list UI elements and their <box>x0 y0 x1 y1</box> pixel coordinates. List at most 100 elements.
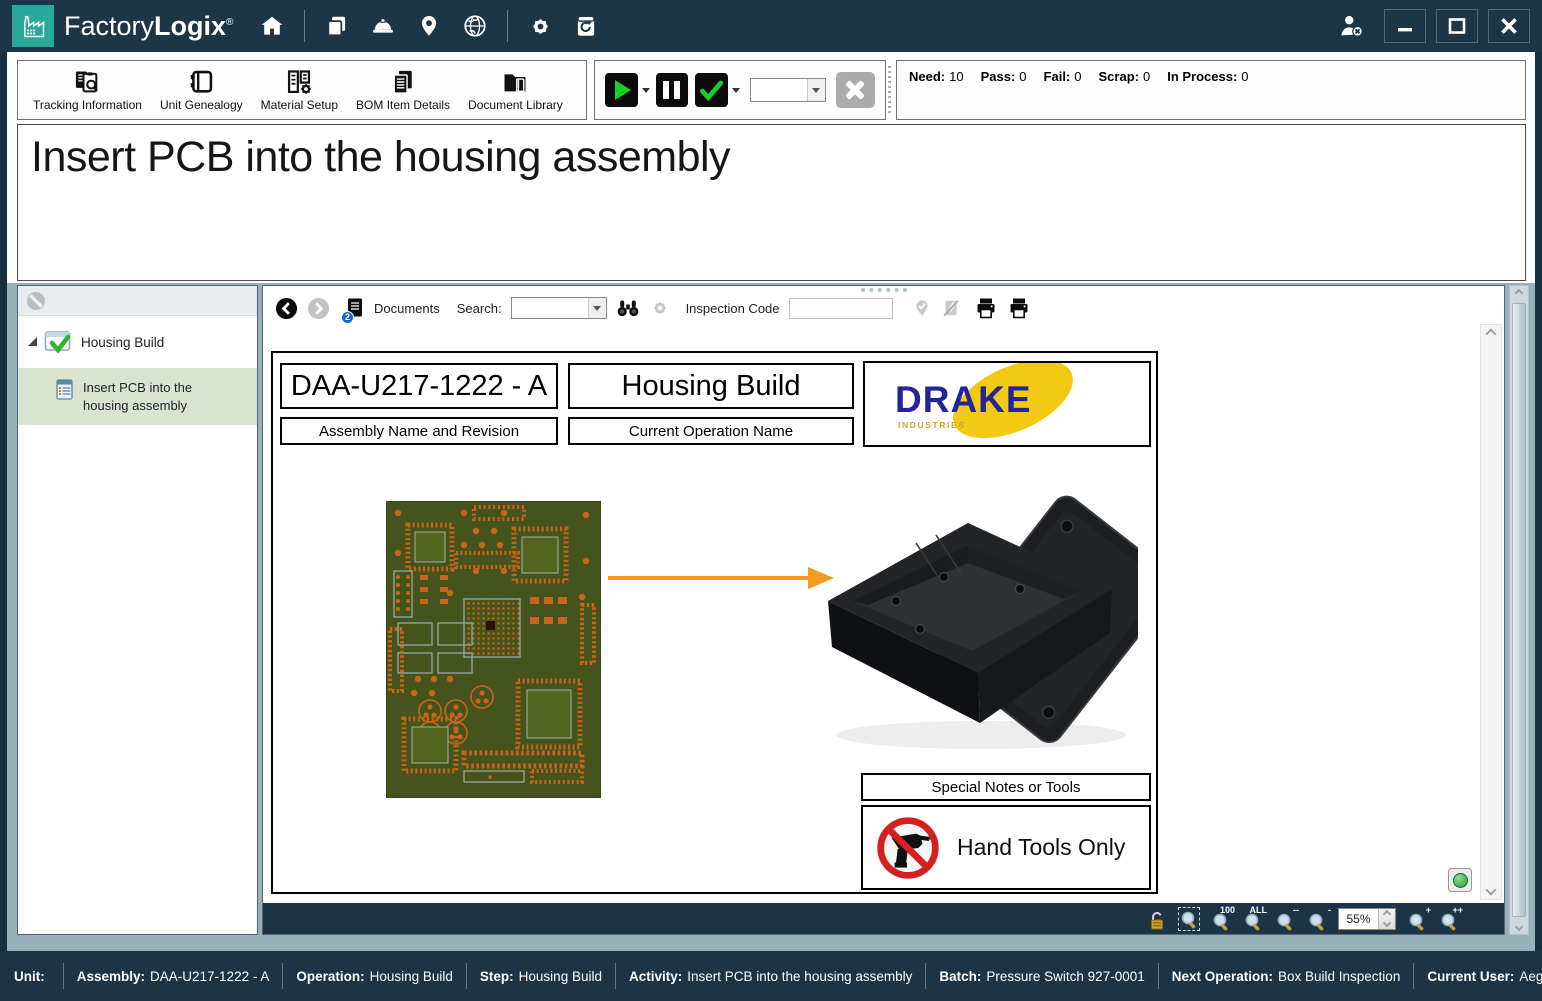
sidebar-header <box>18 286 257 316</box>
window-border-right <box>1535 52 1542 951</box>
print-icon[interactable] <box>974 297 998 319</box>
close-icon[interactable] <box>1488 9 1530 43</box>
pause-button[interactable] <box>656 73 689 107</box>
documents-button[interactable]: 2 <box>345 297 365 320</box>
toolbar-button-label: Tracking Information <box>33 98 142 112</box>
scroll-up-icon[interactable] <box>1515 289 1523 297</box>
cancel-button[interactable] <box>836 72 875 108</box>
assembly-name-box: DAA-U217-1222 - A <box>280 363 558 409</box>
search-combo[interactable] <box>511 297 607 319</box>
zoom-100-button[interactable]: 100 <box>1210 907 1232 931</box>
unit-genealogy-button[interactable]: Unit Genealogy <box>151 62 252 118</box>
sidebar-item-label: Housing Build <box>81 335 164 350</box>
home-icon[interactable] <box>249 4 295 48</box>
unlock-icon[interactable] <box>1146 907 1168 931</box>
unit-genealogy-icon <box>187 68 215 96</box>
status-operation: Operation:Housing Build <box>296 969 453 984</box>
scroll-down-icon[interactable] <box>1515 923 1523 931</box>
activity-title-panel: Insert PCB into the housing assembly <box>17 124 1526 281</box>
settings-gear-icon[interactable] <box>517 4 563 48</box>
status-ready-button[interactable] <box>1448 868 1472 892</box>
status-ready-icon <box>1453 873 1468 888</box>
document-scrollbar[interactable] <box>1480 324 1502 900</box>
scroll-down-icon[interactable] <box>1485 884 1496 895</box>
panel-scrollbar[interactable] <box>1509 285 1529 935</box>
scroll-up-icon[interactable] <box>1485 328 1496 339</box>
material-setup-icon <box>285 68 313 96</box>
hardhat-icon[interactable] <box>360 4 406 48</box>
housing-image <box>816 483 1138 761</box>
check-icon <box>698 77 724 103</box>
copy-pages-icon[interactable] <box>314 4 360 48</box>
bom-item-details-button[interactable]: BOM Item Details <box>347 62 459 118</box>
unit-select-combo[interactable] <box>750 78 826 102</box>
viewer-toolbar: 2 Documents Search: Inspection Code <box>263 293 1476 323</box>
forward-button[interactable] <box>307 297 330 320</box>
tracking-information-icon <box>73 68 101 96</box>
special-notes-body: Hand Tools Only <box>861 805 1151 890</box>
factory-logo-icon <box>12 5 54 47</box>
zoom-in-button[interactable]: + <box>1406 907 1428 931</box>
start-options-caret[interactable] <box>642 88 650 93</box>
scrollbar-thumb[interactable] <box>1512 303 1526 917</box>
sidebar-item-housing-build[interactable]: Housing Build <box>18 316 257 368</box>
status-current-user: Current User:AegisAdmin <box>1427 969 1542 984</box>
toolbar-actions-group <box>594 60 886 120</box>
tree-expander-icon[interactable] <box>28 337 37 346</box>
back-button[interactable] <box>275 297 298 320</box>
zoom-fit-all-button[interactable]: ALL <box>1242 907 1264 931</box>
sidebar-item-label: Insert PCB into the housing assembly <box>83 379 239 414</box>
toolbar-button-label: Material Setup <box>261 98 338 112</box>
activity-title: Insert PCB into the housing assembly <box>31 133 1512 182</box>
process-tree-sidebar: Housing Build Insert PCB into the housin… <box>17 285 258 935</box>
drake-logo-subtext: INDUSTRIES <box>898 420 965 430</box>
drake-logo-text: DRAKE <box>895 379 1032 421</box>
complete-button[interactable] <box>695 73 728 107</box>
operation-caption-box: Current Operation Name <box>568 417 854 445</box>
document-canvas[interactable]: DAA-U217-1222 - A Assembly Name and Revi… <box>263 324 1478 902</box>
search-label: Search: <box>457 301 502 316</box>
documents-count-badge: 2 <box>341 311 354 324</box>
zoom-select-tool[interactable] <box>1178 907 1200 931</box>
history-box-icon[interactable] <box>563 4 609 48</box>
complete-options-caret[interactable] <box>732 88 740 93</box>
operation-name-box: Housing Build <box>568 363 854 409</box>
viewer-zoombar: 100 ALL -- - 55% + <box>263 903 1504 934</box>
status-batch: Batch:Pressure Switch 927-0001 <box>939 969 1144 984</box>
arrow-icon <box>608 558 836 598</box>
operation-icon <box>44 329 74 355</box>
special-notes-text: Hand Tools Only <box>957 834 1125 861</box>
tracking-information-button[interactable]: Tracking Information <box>24 62 151 118</box>
special-notes-header: Special Notes or Tools <box>861 773 1151 801</box>
zoom-out-fast-button[interactable]: -- <box>1274 907 1296 931</box>
pass-counter: Pass:0 <box>981 69 1027 84</box>
zoom-in-fast-button[interactable]: ++ <box>1438 907 1460 931</box>
titlebar-separator <box>304 10 305 42</box>
logout-user-icon[interactable] <box>1328 4 1374 48</box>
viewer-splitter-grip[interactable] <box>861 288 907 292</box>
print-settings-icon[interactable] <box>1007 297 1031 319</box>
toolbar-counts-group: Need:10 Pass:0 Fail:0 Scrap:0 In Process… <box>896 60 1526 120</box>
binoculars-icon[interactable] <box>616 298 640 318</box>
pcb-image <box>386 501 601 798</box>
zoom-out-button[interactable]: - <box>1306 907 1328 931</box>
clear-markup-icon[interactable] <box>941 297 961 319</box>
pin-check-icon[interactable] <box>912 297 932 319</box>
zoom-level-spinner[interactable]: 55% <box>1338 908 1396 930</box>
location-pin-icon[interactable] <box>406 4 452 48</box>
document-library-button[interactable]: Document Library <box>459 62 572 118</box>
start-button[interactable] <box>605 73 638 107</box>
inspection-code-input[interactable] <box>789 298 893 319</box>
toolbar-navigation-group: Tracking Information Unit Genealogy Mate… <box>17 60 587 120</box>
combo-dropdown-arrow[interactable] <box>807 79 825 101</box>
factorylogix-window: FactoryLogix® <box>0 0 1542 1001</box>
minimize-icon[interactable] <box>1384 9 1426 43</box>
globe-icon[interactable] <box>452 4 498 48</box>
inspection-settings-gear-icon[interactable] <box>649 297 671 319</box>
zoom-spinner-arrows[interactable] <box>1378 909 1395 929</box>
sidebar-item-insert-pcb[interactable]: Insert PCB into the housing assembly <box>18 368 257 425</box>
combo-dropdown-arrow[interactable] <box>588 298 606 318</box>
maximize-icon[interactable] <box>1436 9 1478 43</box>
toolbar-grip[interactable] <box>888 66 891 114</box>
material-setup-button[interactable]: Material Setup <box>252 62 347 118</box>
